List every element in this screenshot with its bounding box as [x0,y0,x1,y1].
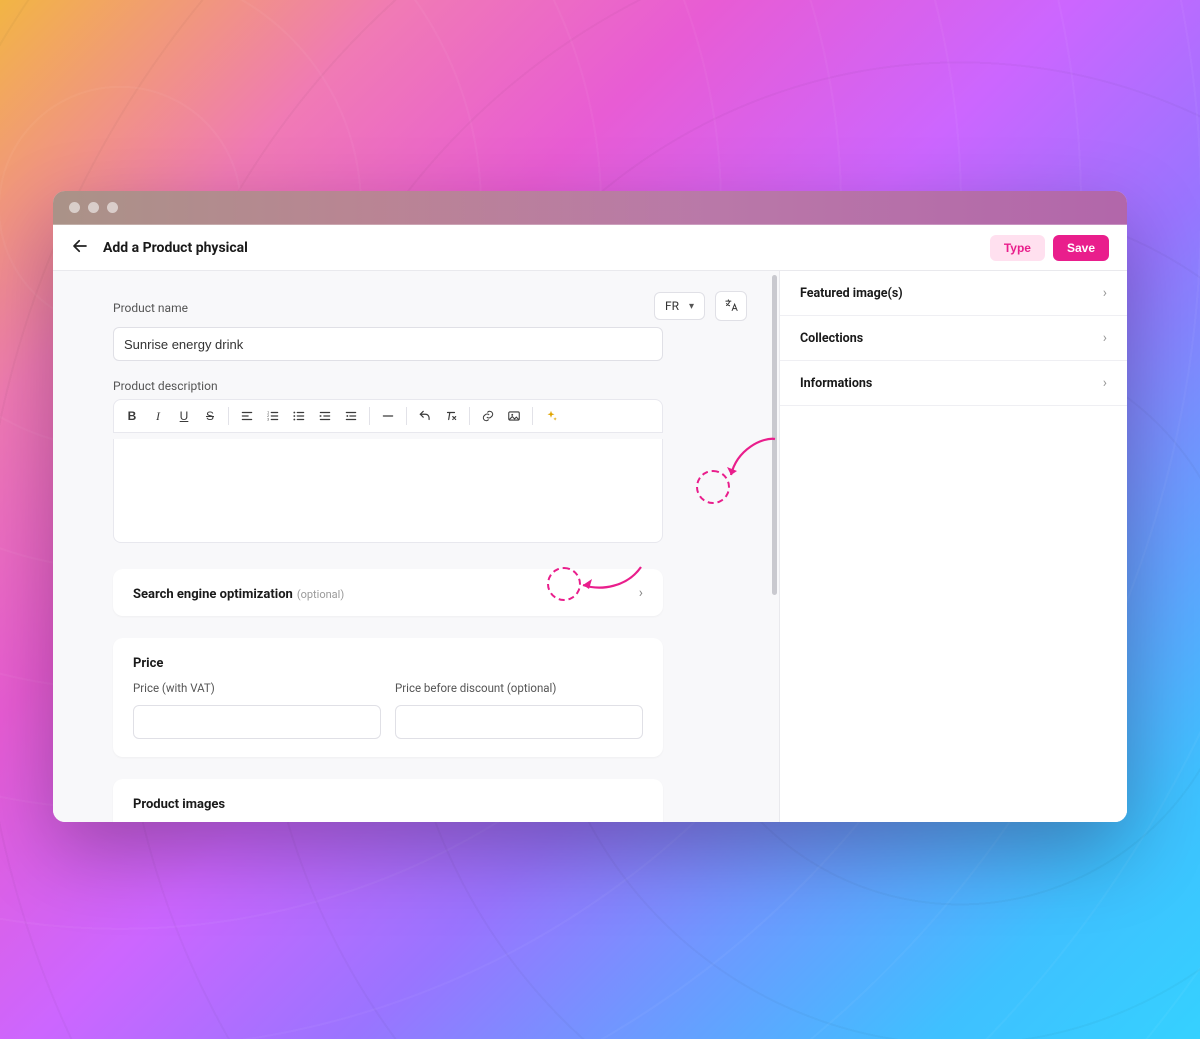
side-item-collections[interactable]: Collections › [780,316,1127,361]
chevron-right-icon: › [1103,375,1107,391]
language-selected-value: FR [665,299,679,313]
editor-image-button[interactable] [502,404,526,428]
toolbar-separator [369,407,370,425]
price-vat-input[interactable] [133,705,381,739]
underline-icon: U [180,409,189,423]
editor-align-button[interactable] [235,404,259,428]
editor-outdent-button[interactable] [339,404,363,428]
editor-ordered-list-button[interactable]: 123 [261,404,285,428]
clear-format-icon [444,409,458,423]
language-select[interactable]: FR ▾ [654,292,705,320]
chevron-down-icon: ▾ [689,301,694,312]
svg-text:3: 3 [267,418,269,422]
side-item-informations[interactable]: Informations › [780,361,1127,406]
side-item-featured-images[interactable]: Featured image(s) › [780,271,1127,316]
seo-card[interactable]: Search engine optimization (optional) › [113,569,663,616]
main-column: Product name FR ▾ Product description [53,271,771,822]
horizontal-rule-icon [381,409,395,423]
undo-icon [418,409,432,423]
align-icon [240,409,254,423]
bold-icon: B [128,409,137,423]
side-item-label: Informations [800,376,872,391]
unordered-list-icon [292,409,306,423]
chevron-right-icon: › [1103,330,1107,346]
editor-hr-button[interactable] [376,404,400,428]
editor-strike-button[interactable]: S [198,404,222,428]
price-vat-label: Price (with VAT) [133,681,381,695]
toolbar-separator [532,407,533,425]
toolbar-separator [469,407,470,425]
window-maximize-dot[interactable] [107,202,118,213]
product-name-label: Product name [113,301,188,315]
seo-optional-label: (optional) [297,588,344,601]
page-title: Add a Product physical [103,240,248,256]
seo-title: Search engine optimization [133,587,293,602]
sparkle-icon [544,409,558,423]
editor-underline-button[interactable]: U [172,404,196,428]
link-icon [481,409,495,423]
image-icon [507,409,521,423]
page-toolbar: Add a Product physical Type Save [53,225,1127,271]
chevron-right-icon: › [1103,285,1107,301]
outdent-icon [344,409,358,423]
toolbar-separator [406,407,407,425]
type-button[interactable]: Type [990,235,1045,261]
indent-icon [318,409,332,423]
window-titlebar [53,191,1127,225]
editor-bold-button[interactable]: B [120,404,144,428]
editor-italic-button[interactable]: I [146,404,170,428]
arrow-left-icon [71,237,89,255]
scrollbar-thumb[interactable] [772,275,777,595]
editor-undo-button[interactable] [413,404,437,428]
toolbar-separator [228,407,229,425]
editor-link-button[interactable] [476,404,500,428]
main-scrollbar[interactable] [771,271,779,822]
product-images-title: Product images [133,797,643,812]
editor-indent-button[interactable] [313,404,337,428]
save-button[interactable]: Save [1053,235,1109,261]
price-title: Price [133,656,643,671]
editor-ai-button[interactable] [539,404,563,428]
window-minimize-dot[interactable] [88,202,99,213]
editor-clear-format-button[interactable] [439,404,463,428]
content-area: Product name FR ▾ Product description [53,271,1127,822]
italic-icon: I [156,409,160,424]
side-item-label: Collections [800,331,863,346]
product-description-label: Product description [113,379,747,393]
price-card: Price Price (with VAT) Price before disc… [113,638,663,757]
strike-icon: S [206,409,214,423]
side-item-label: Featured image(s) [800,286,903,301]
description-editor[interactable] [113,439,663,543]
window-close-dot[interactable] [69,202,80,213]
price-before-discount-label: Price before discount (optional) [395,681,643,695]
price-before-discount-input[interactable] [395,705,643,739]
product-images-card: Product images [113,779,663,822]
back-button[interactable] [71,237,89,259]
editor-toolbar: B I U S 123 [113,399,663,433]
chevron-right-icon: › [639,585,643,601]
ordered-list-icon: 123 [266,409,280,423]
translate-button[interactable] [715,291,747,321]
product-name-input[interactable] [113,327,663,361]
editor-unordered-list-button[interactable] [287,404,311,428]
translate-icon [724,298,739,315]
side-panel: Featured image(s) › Collections › Inform… [779,271,1127,822]
app-window: Add a Product physical Type Save Product… [53,191,1127,822]
